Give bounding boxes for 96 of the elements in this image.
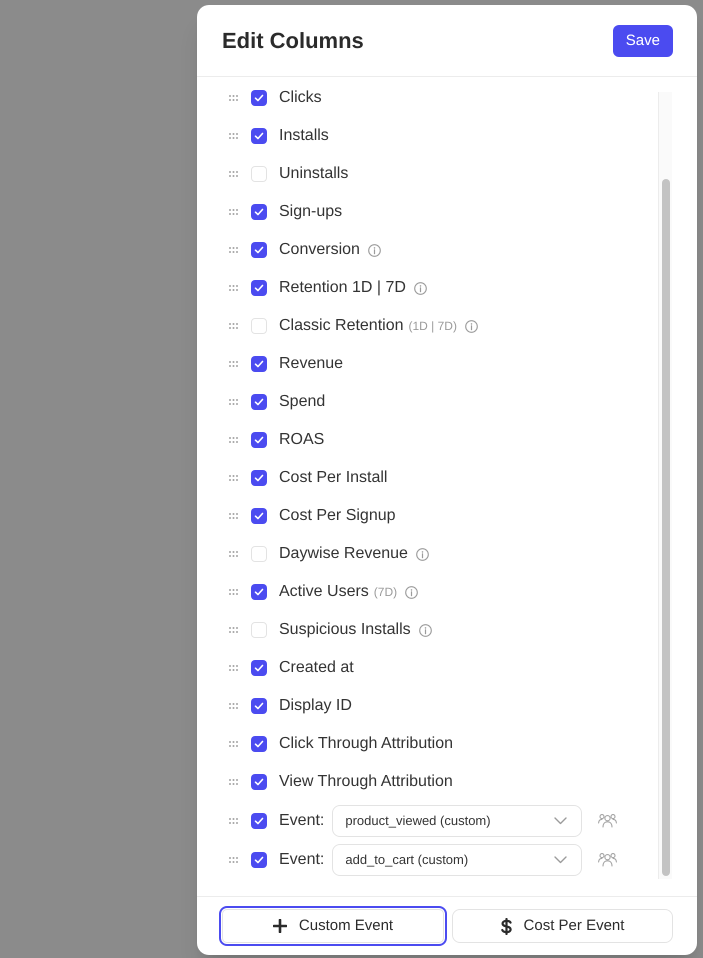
column-label: Installs: [279, 126, 329, 146]
checkbox[interactable]: [251, 852, 267, 868]
drag-handle-icon[interactable]: [229, 361, 238, 367]
checkmark-icon: [254, 474, 264, 482]
checkbox[interactable]: [251, 546, 267, 562]
checkbox[interactable]: [251, 622, 267, 638]
checkmark-icon: [254, 702, 264, 710]
drag-handle-icon[interactable]: [229, 513, 238, 519]
checkmark-icon: [254, 94, 264, 102]
drag-handle-icon[interactable]: [229, 399, 238, 405]
drag-handle-icon[interactable]: [229, 627, 238, 633]
column-label: Suspicious Installs: [279, 620, 411, 640]
column-label: Active Users: [279, 582, 369, 602]
drag-handle-icon[interactable]: [229, 703, 238, 709]
column-label-suffix: (7D): [374, 584, 398, 601]
plus-icon: [272, 919, 287, 933]
drag-handle-icon[interactable]: [229, 133, 238, 139]
drag-handle-icon[interactable]: [229, 437, 238, 443]
checkmark-icon: [254, 436, 264, 444]
column-label: Display ID: [279, 696, 352, 716]
checkbox[interactable]: [251, 774, 267, 790]
drag-handle-icon[interactable]: [229, 741, 238, 747]
column-label: Created at: [279, 658, 354, 678]
checkmark-icon: [254, 360, 264, 368]
event-select[interactable]: add_to_cart (custom): [332, 844, 582, 876]
drag-handle-icon[interactable]: [229, 95, 238, 101]
drag-handle-icon[interactable]: [229, 285, 238, 291]
checkmark-icon: [254, 398, 264, 406]
column-label: Sign-ups: [279, 202, 342, 222]
checkbox[interactable]: [251, 660, 267, 676]
save-button[interactable]: Save: [612, 24, 673, 56]
checkmark-icon: [254, 512, 264, 520]
user-group-icon[interactable]: [598, 852, 618, 867]
column-label: Classic Retention: [279, 316, 404, 336]
event-label: Event:: [279, 850, 324, 870]
user-group-icon[interactable]: [598, 813, 618, 828]
checkmark-icon: [254, 664, 264, 672]
checkbox[interactable]: [251, 166, 267, 182]
checkmark-icon: [254, 778, 264, 786]
column-label: ROAS: [279, 430, 324, 450]
column-label: Daywise Revenue: [279, 544, 408, 564]
column-label: Revenue: [279, 354, 344, 374]
checkbox[interactable]: [251, 394, 267, 410]
event-select[interactable]: product_viewed (custom): [332, 804, 582, 836]
checkbox[interactable]: [251, 470, 267, 486]
checkbox[interactable]: [251, 356, 267, 372]
checkmark-icon: [254, 284, 264, 292]
column-label: Clicks: [279, 88, 322, 108]
checkbox[interactable]: [251, 90, 267, 106]
dialog-title: Edit Columns: [222, 30, 364, 52]
checkbox[interactable]: [251, 812, 267, 828]
custom-event-button[interactable]: Custom Event: [219, 906, 447, 946]
column-label: Cost Per Signup: [279, 506, 396, 526]
checkmark-icon: [254, 740, 264, 748]
checkmark-icon: [254, 856, 264, 864]
column-label: Spend: [279, 392, 326, 412]
checkbox[interactable]: [251, 280, 267, 296]
checkmark-icon: [254, 588, 264, 596]
checkbox[interactable]: [251, 736, 267, 752]
drag-handle-icon[interactable]: [229, 323, 238, 329]
scrollbar[interactable]: [658, 92, 672, 879]
checkbox[interactable]: [251, 318, 267, 334]
checkbox[interactable]: [251, 204, 267, 220]
column-label: Retention 1D | 7D: [279, 278, 406, 298]
column-label-suffix: (1D | 7D): [408, 318, 457, 335]
column-label: View Through Attribution: [279, 772, 453, 792]
drag-handle-icon[interactable]: [229, 818, 238, 824]
chevron-down-icon: [554, 816, 568, 824]
checkbox[interactable]: [251, 584, 267, 600]
drag-handle-icon[interactable]: [229, 551, 238, 557]
scrollbar-thumb[interactable]: [662, 179, 670, 876]
column-label: Conversion: [279, 240, 360, 260]
checkbox[interactable]: [251, 242, 267, 258]
cost-per-event-button[interactable]: Cost Per Event: [452, 909, 673, 943]
event-label: Event:: [279, 810, 324, 830]
checkbox[interactable]: [251, 698, 267, 714]
checkmark-icon: [254, 132, 264, 140]
checkmark-icon: [254, 816, 264, 824]
checkmark-icon: [254, 246, 264, 254]
checkbox[interactable]: [251, 508, 267, 524]
drag-handle-icon[interactable]: [229, 209, 238, 215]
drag-handle-icon[interactable]: [229, 475, 238, 481]
checkbox[interactable]: [251, 128, 267, 144]
drag-handle-icon[interactable]: [229, 171, 238, 177]
drag-handle-icon[interactable]: [229, 589, 238, 595]
drag-handle-icon[interactable]: [229, 247, 238, 253]
chevron-down-icon: [554, 856, 568, 864]
checkmark-icon: [254, 208, 264, 216]
column-label: Uninstalls: [279, 164, 348, 184]
drag-handle-icon[interactable]: [229, 856, 238, 862]
column-label: Click Through Attribution: [279, 734, 454, 754]
column-label: Cost Per Install: [279, 468, 388, 488]
checkbox[interactable]: [251, 432, 267, 448]
dollar-icon: [500, 918, 512, 934]
drag-handle-icon[interactable]: [229, 665, 238, 671]
drag-handle-icon[interactable]: [229, 779, 238, 785]
